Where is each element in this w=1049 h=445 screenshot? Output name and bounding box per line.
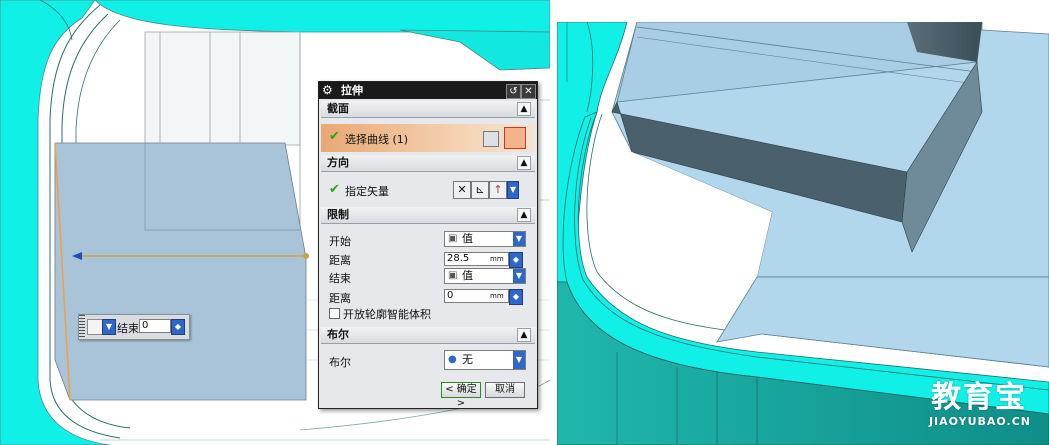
end-distance-value: 0 xyxy=(447,290,454,301)
boolean-label: 布尔 xyxy=(329,356,351,369)
value-type-icon[interactable] xyxy=(87,319,103,335)
boolean-option-value: 无 xyxy=(462,353,473,366)
dialog-title: 拉伸 xyxy=(341,84,363,97)
sketch-section-icon[interactable] xyxy=(483,131,499,147)
end-label: 结束 xyxy=(329,272,351,285)
open-profile-checkbox[interactable] xyxy=(329,308,340,319)
direction-title: 方向 xyxy=(327,156,349,169)
chevron-up-icon[interactable]: ▲ xyxy=(517,156,531,170)
end-option-select[interactable]: ▣ 值 ▼ xyxy=(444,268,526,284)
vector-constructor-icon[interactable]: ⊾ xyxy=(471,181,489,199)
chevron-down-icon[interactable]: ▼ xyxy=(513,232,525,246)
left-cad-viewport[interactable]: ▼ 结束 0 ◆ ⚙ 拉伸 ↺ ✕ 截面 ▲ ✔ 选择曲线 (1) 方向 ▲ ✔… xyxy=(0,0,550,445)
ok-button[interactable]: < 确定 > xyxy=(441,382,481,409)
start-option-value: 值 xyxy=(462,232,473,245)
limits-title: 限制 xyxy=(327,208,349,221)
boolean-header[interactable]: 布尔 ▲ xyxy=(321,327,535,344)
check-icon: ✔ xyxy=(329,129,340,144)
distance-label-start: 距离 xyxy=(329,254,351,267)
gear-icon[interactable]: ⚙ xyxy=(322,84,335,97)
cancel-button[interactable]: 取消 xyxy=(485,382,525,398)
direction-header[interactable]: 方向 ▲ xyxy=(321,155,535,172)
dialog-titlebar: ⚙ 拉伸 ↺ ✕ xyxy=(319,82,537,99)
vector-dropdown-arrow-icon[interactable]: ▼ xyxy=(507,181,519,199)
toolbar-grip[interactable] xyxy=(79,315,85,339)
curve-select-icon[interactable] xyxy=(504,127,526,149)
start-label: 开始 xyxy=(329,235,351,248)
end-option-value: 值 xyxy=(462,269,473,282)
value-icon: ▣ xyxy=(448,233,458,244)
section-title: 截面 xyxy=(327,102,349,115)
spinner-icon[interactable]: ◆ xyxy=(509,289,523,305)
end-value-toolbar: ▼ 结束 0 ◆ xyxy=(78,314,190,340)
start-distance-input[interactable]: 28.5 mm ◆ xyxy=(444,252,523,268)
check-icon: ✔ xyxy=(329,182,340,197)
end-distance-input[interactable]: 0 mm ◆ xyxy=(444,289,523,305)
select-curve-label: 选择曲线 (1) xyxy=(345,133,409,146)
end-value-spinner-icon[interactable]: ◆ xyxy=(171,319,185,335)
open-profile-label: 开放轮廓智能体积 xyxy=(343,308,431,321)
start-option-select[interactable]: ▣ 值 ▼ xyxy=(444,231,526,247)
end-label: 结束 xyxy=(117,322,139,335)
chevron-up-icon[interactable]: ▲ xyxy=(517,208,531,222)
reverse-direction-icon[interactable]: ✕ xyxy=(453,181,471,199)
chevron-down-icon[interactable]: ▼ xyxy=(513,269,525,283)
end-distance-unit: mm xyxy=(490,292,504,300)
spinner-icon[interactable]: ◆ xyxy=(509,252,523,268)
boolean-none-icon: ● xyxy=(448,354,457,365)
boolean-option-select[interactable]: ● 无 ▼ xyxy=(444,350,526,370)
watermark-brand: 教育宝 xyxy=(931,380,1027,415)
specify-vector-label: 指定矢量 xyxy=(345,185,389,198)
reset-icon[interactable]: ↺ xyxy=(506,84,521,99)
value-icon: ▣ xyxy=(448,270,458,281)
chevron-down-icon[interactable]: ▼ xyxy=(513,351,525,369)
value-type-dropdown-arrow-icon[interactable]: ▼ xyxy=(102,319,116,335)
section-header[interactable]: 截面 ▲ xyxy=(321,101,535,118)
start-distance-unit: mm xyxy=(490,255,504,263)
specify-vector-row[interactable]: ✔ 指定矢量 ✕ ⊾ ↑ ▼ xyxy=(321,178,535,202)
watermark-url: JIAOYUBAO.CN xyxy=(928,415,1031,428)
chevron-up-icon[interactable]: ▲ xyxy=(517,328,531,342)
start-distance-value: 28.5 xyxy=(447,253,470,264)
limits-header[interactable]: 限制 ▲ xyxy=(321,207,535,224)
right-cad-viewport[interactable]: 教育宝 JIAOYUBAO.CN xyxy=(557,22,1049,445)
end-value-input[interactable]: 0 xyxy=(139,319,171,333)
extrude-dialog: ⚙ 拉伸 ↺ ✕ 截面 ▲ ✔ 选择曲线 (1) 方向 ▲ ✔ 指定矢量 ✕ ⊾… xyxy=(318,81,538,409)
select-curve-row[interactable]: ✔ 选择曲线 (1) xyxy=(321,124,535,152)
close-icon[interactable]: ✕ xyxy=(521,84,536,99)
vector-axis-icon[interactable]: ↑ xyxy=(489,181,507,199)
chevron-up-icon[interactable]: ▲ xyxy=(517,102,531,116)
boolean-title: 布尔 xyxy=(327,328,349,341)
distance-label-end: 距离 xyxy=(329,292,351,305)
